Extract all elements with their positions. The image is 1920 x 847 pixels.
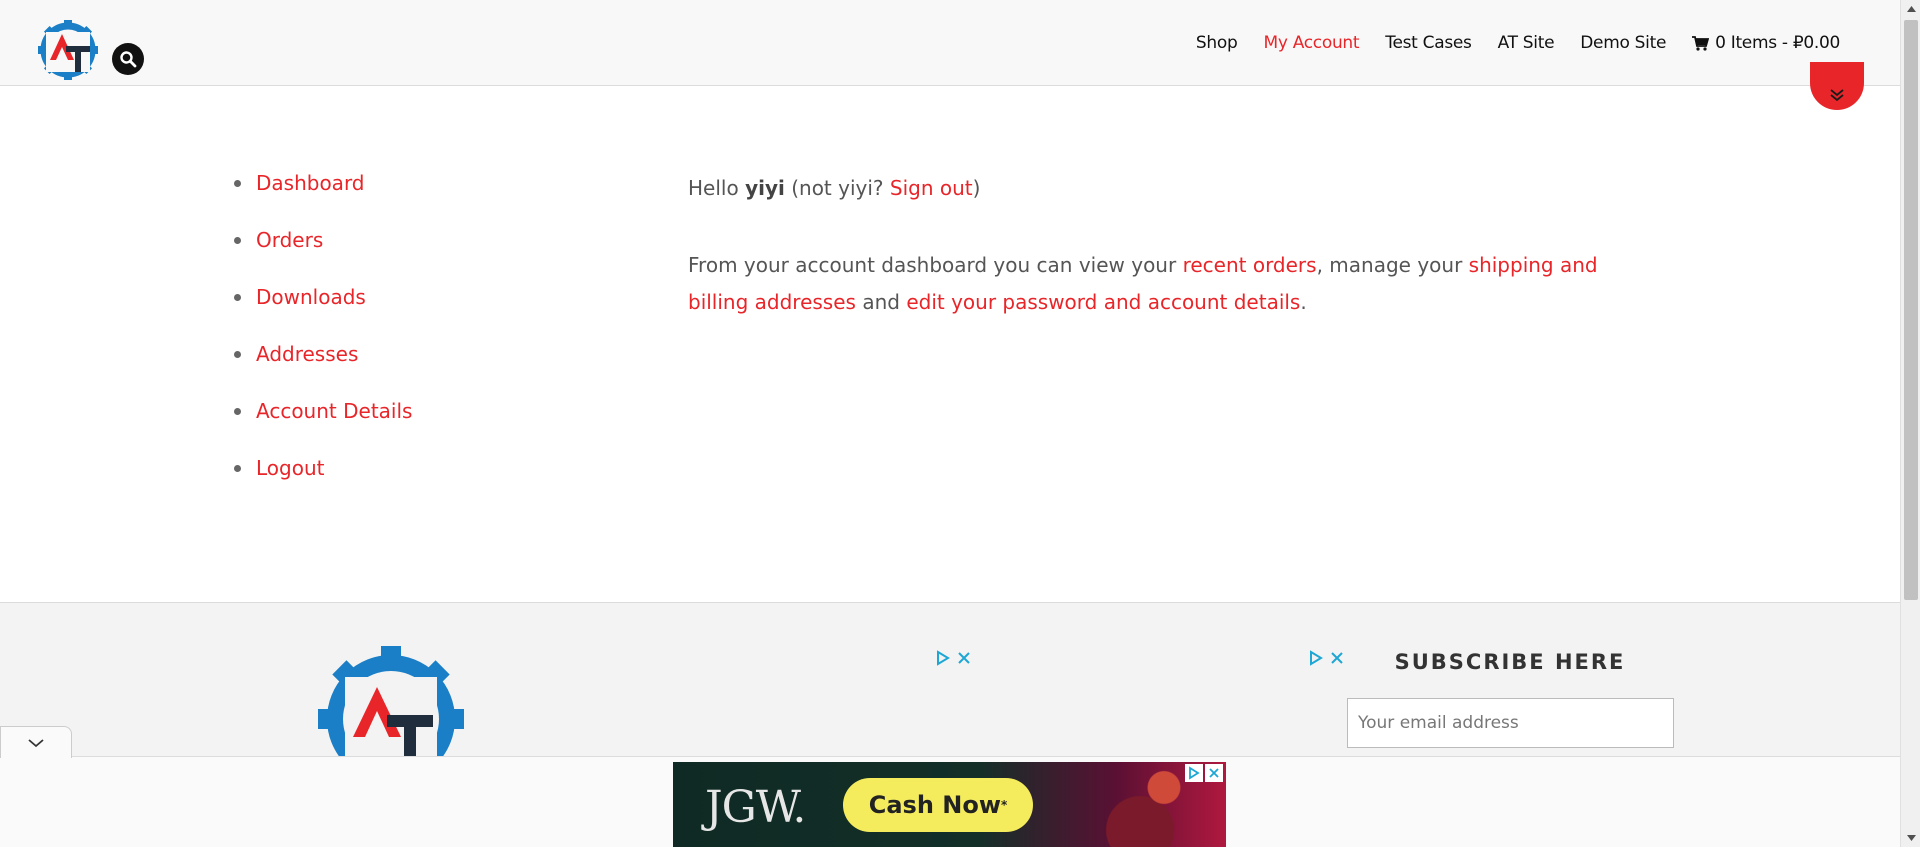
account-nav-downloads[interactable]: Downloads: [256, 285, 366, 309]
account-nav-item: Account Details: [234, 398, 412, 455]
account-nav-item: Addresses: [234, 341, 412, 398]
close-icon: [1209, 768, 1219, 778]
username: yiyi: [745, 176, 785, 200]
ad-banner-controls: [1185, 764, 1223, 782]
footer-ad-controls-2: [1308, 650, 1344, 666]
recent-orders-link[interactable]: recent orders: [1183, 253, 1317, 277]
nav-cart[interactable]: 0 Items - ₽0.00: [1692, 33, 1840, 53]
scroll-down-button[interactable]: [1810, 62, 1864, 110]
account-nav-logout[interactable]: Logout: [256, 456, 324, 480]
greeting: Hello yiyi (not yiyi? Sign out): [688, 176, 981, 200]
search-icon: [120, 51, 137, 68]
close-icon[interactable]: [957, 651, 971, 665]
ad-cta-button[interactable]: Cash Now *: [843, 778, 1033, 832]
footer-logo[interactable]: [318, 646, 464, 756]
adchoices-icon[interactable]: [935, 650, 951, 666]
ad-close-button[interactable]: [1205, 764, 1223, 782]
account-nav-item: Orders: [234, 227, 412, 284]
account-navigation: Dashboard Orders Downloads Addresses Acc…: [234, 170, 412, 512]
adchoices-icon: [1189, 766, 1200, 780]
account-nav-addresses[interactable]: Addresses: [256, 342, 358, 366]
account-nav-item: Dashboard: [234, 170, 412, 227]
cart-summary: 0 Items - ₽0.00: [1715, 33, 1840, 53]
dashboard-description: From your account dashboard you can view…: [688, 253, 1598, 314]
close-icon[interactable]: [1330, 651, 1344, 665]
scroll-down-arrow[interactable]: [1901, 829, 1920, 847]
cart-icon: [1692, 35, 1710, 51]
account-nav-item: Logout: [234, 455, 412, 512]
triangle-down-icon: [1906, 835, 1916, 841]
site-logo[interactable]: [36, 18, 100, 82]
triangle-up-icon: [1906, 6, 1916, 12]
chevron-down-icon: [28, 738, 44, 747]
account-nav-orders[interactable]: Orders: [256, 228, 323, 252]
nav-at-site[interactable]: AT Site: [1498, 33, 1555, 53]
nav-shop[interactable]: Shop: [1196, 33, 1238, 53]
vertical-scrollbar[interactable]: [1900, 0, 1920, 847]
search-button[interactable]: [112, 43, 144, 75]
nav-demo-site[interactable]: Demo Site: [1580, 33, 1666, 53]
ad-brand-logo: JGW.: [705, 782, 806, 833]
main-nav: Shop My Account Test Cases AT Site Demo …: [1196, 33, 1840, 53]
subscribe-email-input[interactable]: [1347, 698, 1674, 748]
ad-collapse-button[interactable]: [0, 726, 72, 758]
account-nav-dashboard[interactable]: Dashboard: [256, 171, 365, 195]
account-dashboard-content: Hello yiyi (not yiyi? Sign out) From you…: [688, 170, 1618, 321]
footer-ad-controls-1: [935, 650, 971, 666]
double-chevron-down-icon: [1830, 89, 1844, 102]
scrollbar-thumb[interactable]: [1904, 20, 1918, 600]
nav-my-account[interactable]: My Account: [1263, 33, 1359, 53]
ad-banner[interactable]: JGW. Cash Now *: [673, 762, 1226, 847]
edit-account-link[interactable]: edit your password and account details: [906, 290, 1300, 314]
adchoices-icon[interactable]: [1308, 650, 1324, 666]
sign-out-link[interactable]: Sign out: [890, 176, 973, 200]
scroll-up-arrow[interactable]: [1901, 0, 1920, 18]
account-nav-item: Downloads: [234, 284, 412, 341]
adchoices-button[interactable]: [1185, 764, 1203, 782]
site-header: Shop My Account Test Cases AT Site Demo …: [0, 0, 1900, 86]
subscribe-heading: SUBSCRIBE HERE: [1394, 650, 1626, 674]
account-nav-account-details[interactable]: Account Details: [256, 399, 412, 423]
nav-test-cases[interactable]: Test Cases: [1385, 33, 1472, 53]
